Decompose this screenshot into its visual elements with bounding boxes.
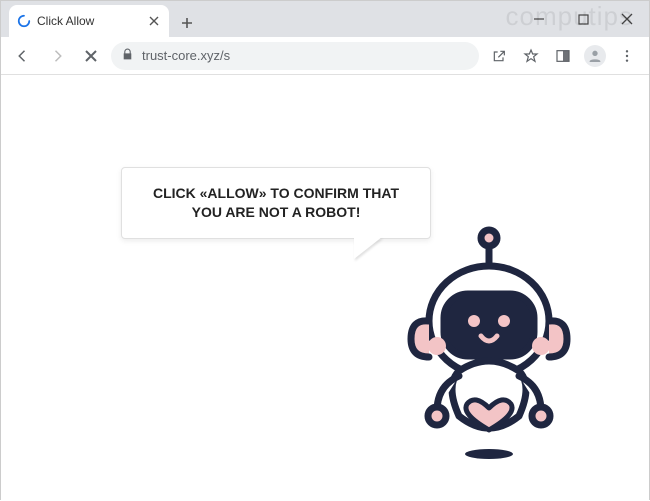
page-content: CLICK «ALLOW» TO CONFIRM THAT YOU ARE NO… <box>1 75 649 501</box>
side-panel-icon[interactable] <box>549 42 577 70</box>
window-controls <box>517 1 649 37</box>
bubble-tail-icon <box>354 237 382 259</box>
menu-icon[interactable] <box>613 42 641 70</box>
address-bar[interactable] <box>111 42 479 70</box>
toolbar-right-icons <box>485 42 641 70</box>
tab-title: Click Allow <box>37 14 94 28</box>
speech-bubble-wrap: CLICK «ALLOW» TO CONFIRM THAT YOU ARE NO… <box>121 167 431 239</box>
speech-bubble: CLICK «ALLOW» TO CONFIRM THAT YOU ARE NO… <box>121 167 431 239</box>
bubble-text: CLICK «ALLOW» TO CONFIRM THAT YOU ARE NO… <box>153 185 399 220</box>
tab-close-icon[interactable] <box>147 14 161 28</box>
profile-avatar[interactable] <box>581 42 609 70</box>
forward-button[interactable] <box>43 42 71 70</box>
browser-toolbar <box>1 37 649 75</box>
url-input[interactable] <box>142 48 469 63</box>
maximize-button[interactable] <box>561 1 605 37</box>
avatar-icon <box>584 45 606 67</box>
share-icon[interactable] <box>485 42 513 70</box>
bookmark-icon[interactable] <box>517 42 545 70</box>
loading-spinner-icon <box>17 14 31 28</box>
robot-image <box>389 226 589 471</box>
titlebar: Click Allow <box>1 1 649 37</box>
close-window-button[interactable] <box>605 1 649 37</box>
new-tab-button[interactable] <box>173 9 201 37</box>
stop-reload-button[interactable] <box>77 42 105 70</box>
minimize-button[interactable] <box>517 1 561 37</box>
back-button[interactable] <box>9 42 37 70</box>
lock-icon <box>121 48 134 64</box>
browser-tab[interactable]: Click Allow <box>9 5 169 37</box>
